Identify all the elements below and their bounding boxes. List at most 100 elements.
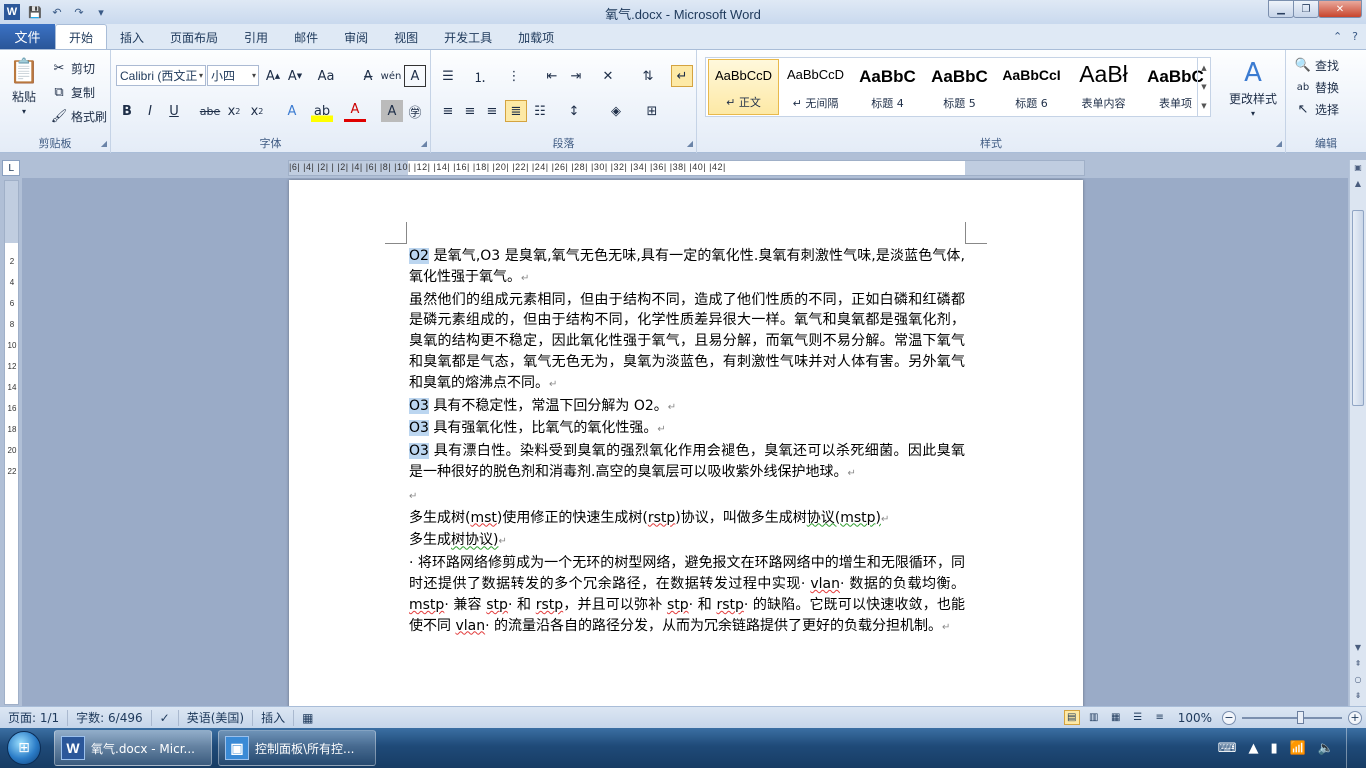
- sort-icon[interactable]: ⇅: [637, 65, 659, 87]
- shrink-font-icon[interactable]: A ▼: [284, 65, 306, 87]
- battery-icon[interactable]: ▮: [1270, 741, 1277, 756]
- paragraph-launcher-icon[interactable]: ◢: [687, 139, 693, 148]
- phonetic-guide-icon[interactable]: wén: [380, 65, 402, 87]
- strikethrough-icon[interactable]: abe: [199, 100, 221, 122]
- close-button[interactable]: ✕: [1318, 0, 1362, 18]
- superscript-icon[interactable]: x2: [246, 100, 268, 122]
- character-shading-icon[interactable]: A: [381, 100, 403, 122]
- style-heading-4[interactable]: AaBbC 标题 4: [852, 59, 923, 115]
- tab-developer[interactable]: 开发工具: [431, 26, 505, 49]
- text-effects-icon[interactable]: A: [281, 100, 303, 122]
- align-left-icon[interactable]: ≡: [437, 100, 459, 122]
- styles-launcher-icon[interactable]: ◢: [1276, 139, 1282, 148]
- minimize-ribbon-icon[interactable]: ⌃: [1333, 30, 1342, 43]
- grow-font-icon[interactable]: A ▲: [262, 65, 284, 87]
- justify-icon[interactable]: ≣: [505, 100, 527, 122]
- minimize-button[interactable]: ▁: [1268, 0, 1294, 18]
- borders-icon[interactable]: ⊞: [641, 100, 663, 122]
- show-desktop-button[interactable]: [1346, 728, 1358, 768]
- zoom-level[interactable]: 100%: [1178, 711, 1212, 725]
- network-icon[interactable]: 📶: [1290, 741, 1306, 756]
- clear-formatting-icon[interactable]: A̶: [357, 65, 379, 87]
- next-page-icon[interactable]: ⇟: [1350, 688, 1366, 702]
- bold-icon[interactable]: B: [116, 100, 138, 122]
- insert-mode[interactable]: 插入: [253, 709, 295, 726]
- clipboard-launcher-icon[interactable]: ◢: [101, 139, 107, 148]
- increase-indent-icon[interactable]: ⇥: [565, 65, 587, 87]
- full-screen-reading-icon[interactable]: ▥: [1086, 710, 1102, 725]
- style-heading-5[interactable]: AaBbC 标题 5: [924, 59, 995, 115]
- show-hidden-icons-icon[interactable]: ▲: [1248, 741, 1258, 756]
- highlight-icon[interactable]: ab: [311, 100, 333, 122]
- font-name-combo[interactable]: Calibri (西文正 ▾: [116, 65, 206, 86]
- character-border-icon[interactable]: A: [404, 65, 426, 87]
- cut-button[interactable]: ✂ 剪切: [50, 59, 95, 77]
- style-heading-6[interactable]: AaBbCcI 标题 6: [996, 59, 1067, 115]
- enclose-characters-icon[interactable]: ㊫: [404, 100, 426, 122]
- browse-object-icon[interactable]: ○: [1350, 672, 1366, 686]
- taskbar-item-word[interactable]: W 氧气.docx - Micr...: [54, 730, 212, 766]
- word-count[interactable]: 字数: 6/496: [68, 709, 152, 726]
- zoom-slider[interactable]: [1242, 710, 1342, 724]
- tab-mailings[interactable]: 邮件: [281, 26, 331, 49]
- proofing-icon[interactable]: ✓: [152, 709, 179, 726]
- numbering-icon[interactable]: ⒈: [469, 65, 491, 87]
- tab-selector[interactable]: L: [2, 160, 20, 176]
- format-painter-button[interactable]: 🖌 格式刷: [50, 107, 107, 125]
- change-styles-button[interactable]: A 更改样式 ▾: [1229, 58, 1277, 118]
- style-normal[interactable]: AaBbCcD ↵ 正文: [708, 59, 779, 115]
- tab-add-ins[interactable]: 加载项: [505, 26, 567, 49]
- word-app-icon[interactable]: W: [4, 4, 20, 20]
- document-page[interactable]: O2 是氧气,O3 是臭氧,氧气无色无味,具有一定的氧化性.臭氧有刺激性气味,是…: [289, 180, 1083, 706]
- font-launcher-icon[interactable]: ◢: [421, 139, 427, 148]
- draft-icon[interactable]: ≡: [1152, 710, 1168, 725]
- shading-icon[interactable]: ◈: [605, 100, 627, 122]
- redo-icon[interactable]: ↷: [70, 4, 88, 20]
- bullets-icon[interactable]: ☰: [437, 65, 459, 87]
- align-right-icon[interactable]: ≡: [481, 100, 503, 122]
- scroll-up-icon[interactable]: ▲: [1350, 176, 1366, 190]
- web-layout-icon[interactable]: ▦: [1108, 710, 1124, 725]
- decrease-indent-icon[interactable]: ⇤: [541, 65, 563, 87]
- replace-button[interactable]: ab 替换: [1294, 78, 1339, 96]
- chinese-layout-icon[interactable]: ✕: [597, 65, 619, 87]
- tab-page-layout[interactable]: 页面布局: [157, 26, 231, 49]
- zoom-out-icon[interactable]: −: [1222, 710, 1236, 725]
- zoom-slider-thumb[interactable]: [1297, 710, 1304, 724]
- vertical-ruler[interactable]: 2 4 6 8 10 12 14 16 18 20 22: [4, 180, 19, 705]
- italic-icon[interactable]: I: [139, 100, 161, 122]
- tab-file[interactable]: 文件: [0, 24, 55, 49]
- previous-page-icon[interactable]: ⇞: [1350, 656, 1366, 670]
- page-count[interactable]: 页面: 1/1: [0, 709, 69, 726]
- start-button[interactable]: ⊞: [0, 728, 48, 768]
- style-no-spacing[interactable]: AaBbCcD ↵ 无间隔: [780, 59, 851, 115]
- help-icon[interactable]: ?: [1352, 30, 1358, 43]
- tab-home[interactable]: 开始: [55, 24, 108, 49]
- paste-button[interactable]: 📋 粘贴 ▾: [9, 56, 39, 116]
- underline-icon[interactable]: U: [163, 100, 185, 122]
- tab-view[interactable]: 视图: [381, 26, 431, 49]
- scroll-up-icon[interactable]: ▲: [1201, 64, 1206, 72]
- distributed-icon[interactable]: ☷: [529, 100, 551, 122]
- scroll-down-icon[interactable]: ▼: [1201, 83, 1206, 91]
- select-button[interactable]: ↖ 选择: [1294, 100, 1339, 118]
- tab-references[interactable]: 引用: [231, 26, 281, 49]
- line-spacing-icon[interactable]: ↕: [563, 100, 585, 122]
- language[interactable]: 英语(美国): [179, 709, 254, 726]
- keyboard-icon[interactable]: ⌨: [1218, 741, 1237, 756]
- align-center-icon[interactable]: ≡: [459, 100, 481, 122]
- print-layout-icon[interactable]: ▤: [1063, 710, 1080, 725]
- scroll-down-icon[interactable]: ▼: [1350, 640, 1366, 654]
- multilevel-list-icon[interactable]: ⋮: [503, 65, 525, 87]
- style-form-content[interactable]: AaBł 表单内容: [1068, 59, 1139, 115]
- find-button[interactable]: 🔍 查找: [1294, 56, 1339, 74]
- document-body[interactable]: O2 是氧气,O3 是臭氧,氧气无色无味,具有一定的氧化性.臭氧有刺激性气味,是…: [409, 246, 965, 638]
- vertical-scrollbar[interactable]: ▣ ▲ ▼ ⇞ ○ ⇟: [1349, 160, 1366, 706]
- volume-icon[interactable]: 🔈: [1318, 741, 1334, 756]
- tab-review[interactable]: 审阅: [331, 26, 381, 49]
- zoom-in-icon[interactable]: +: [1348, 710, 1362, 725]
- customize-qat-icon[interactable]: ▾: [92, 4, 110, 20]
- restore-button[interactable]: ❐: [1293, 0, 1319, 18]
- change-case-icon[interactable]: Aa: [315, 65, 337, 87]
- show-marks-icon[interactable]: ↵: [671, 65, 693, 87]
